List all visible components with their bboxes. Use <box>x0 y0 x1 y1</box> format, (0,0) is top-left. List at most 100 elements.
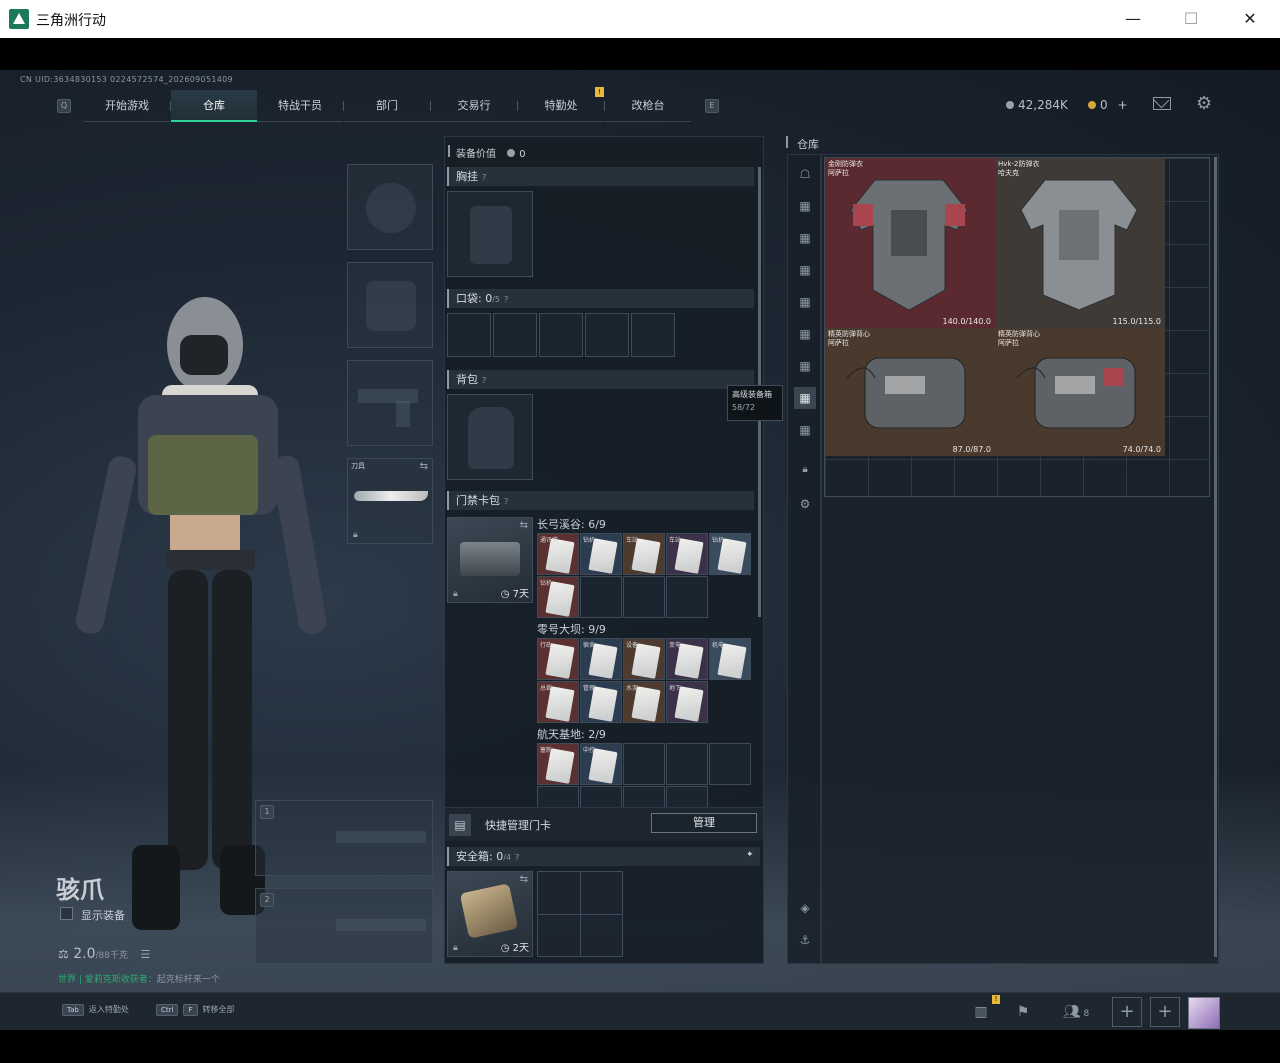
swap-icon[interactable]: ⇆ <box>420 461 428 472</box>
map-dam-label: 零号大坝: 9/9 <box>537 623 606 636</box>
warehouse-tab-all-icon[interactable]: ☖ <box>794 163 816 185</box>
hafcoin-balance[interactable]: 42,284K <box>1006 98 1068 112</box>
pin-icon[interactable]: ✦ <box>746 850 754 860</box>
warehouse-tab-advanced-icon[interactable]: ▦ <box>794 387 816 409</box>
keycard-empty-slot[interactable] <box>623 786 665 807</box>
flag-icon[interactable]: ⚑ <box>1008 999 1038 1025</box>
world-chat[interactable]: 世界 | 爱莉克斯收获者：起克标杆来一个 <box>58 972 220 985</box>
map-longbow-label: 长弓溪谷: 6/9 <box>537 518 606 531</box>
keycard-empty-slot[interactable] <box>537 786 579 807</box>
close-button[interactable]: ✕ <box>1237 6 1263 32</box>
pocket-slot[interactable] <box>631 313 675 357</box>
swap-icon[interactable]: ⇆ <box>520 520 528 531</box>
warehouse-tab-2-icon[interactable]: ▦ <box>794 227 816 249</box>
warehouse-tab-8-icon[interactable]: ▦ <box>794 419 816 441</box>
pistol-slot[interactable] <box>347 360 433 446</box>
warehouse-tab-1-icon[interactable]: ▦ <box>794 195 816 217</box>
lock-icon[interactable]: 🔒︎ <box>794 459 816 481</box>
warehouse-item[interactable]: 精英防弹背心 阿萨拉 87.0/87.0 <box>825 328 995 456</box>
add-squad-slot-button[interactable]: + <box>1150 997 1180 1027</box>
keycard-item[interactable]: 塞新 <box>537 743 579 785</box>
keycard-item[interactable]: 管理 <box>580 681 622 723</box>
nav-next-key[interactable]: E <box>705 99 719 113</box>
coupon-balance[interactable]: 0 + <box>1088 98 1128 112</box>
keycard-item[interactable]: 地下 <box>666 681 708 723</box>
keycard-empty-slot[interactable] <box>580 576 622 618</box>
keycard-item[interactable]: 机电 <box>709 638 751 680</box>
show-gear-checkbox[interactable] <box>60 907 73 920</box>
minimize-button[interactable]: — <box>1120 6 1146 32</box>
helmet-slot[interactable] <box>347 164 433 250</box>
tab-start-game[interactable]: 开始游戏 <box>84 90 170 122</box>
app-window: 三角洲行动 — ☐ ✕ CN UID:3634830153 0224572574… <box>0 0 1280 1063</box>
pocket-slot[interactable] <box>585 313 629 357</box>
warehouse-tab-6-icon[interactable]: ▦ <box>794 355 816 377</box>
pocket-slot[interactable] <box>447 313 491 357</box>
keycard-empty-slot[interactable] <box>623 576 665 618</box>
keycard-empty-slot[interactable] <box>580 786 622 807</box>
primary-weapon-slot[interactable]: 1 <box>255 800 433 876</box>
maximize-button[interactable]: ☐ <box>1178 6 1204 32</box>
keycard-empty-slot[interactable] <box>709 743 751 785</box>
warehouse-item[interactable]: 金刚防弹衣 阿萨拉 140.0/140.0 <box>825 158 995 328</box>
warehouse-tab-4-icon[interactable]: ▦ <box>794 291 816 313</box>
friends-button[interactable]: 👥︎ 8 <box>1056 999 1096 1025</box>
keycard-item[interactable]: 车站 <box>666 533 708 575</box>
keycard-item[interactable]: 钻机 <box>709 533 751 575</box>
tab-trading[interactable]: 交易行 <box>431 90 517 122</box>
sort-icon[interactable]: ⚓ <box>794 929 816 951</box>
warehouse-tab-5-icon[interactable]: ▦ <box>794 323 816 345</box>
lock-icon: 🔒︎ <box>453 589 458 599</box>
secondary-weapon-slot[interactable]: 2 <box>255 888 433 964</box>
keycard-empty-slot[interactable] <box>666 576 708 618</box>
keycard-bag-slot[interactable]: ⇆ 🔒︎ ◷ 7天 <box>447 517 533 603</box>
keycard-item[interactable]: 车站 <box>623 533 665 575</box>
avatar[interactable] <box>1188 997 1220 1029</box>
knife-item[interactable] <box>354 491 428 501</box>
mail-icon[interactable] <box>1153 92 1171 110</box>
keycard-item[interactable]: 中控 <box>580 743 622 785</box>
keycard-item[interactable]: 设备 <box>623 638 665 680</box>
keycard-item[interactable]: 水泥 <box>623 681 665 723</box>
warehouse-item[interactable]: 精英防弹背心 阿萨拉 74.0/74.0 <box>995 328 1165 456</box>
keycard-item[interactable]: 通讯塔 <box>537 533 579 575</box>
keycard-empty-slot[interactable] <box>666 743 708 785</box>
keycard-timer: ◷ 7天 <box>500 589 529 600</box>
operator-model <box>75 297 327 930</box>
tab-warehouse[interactable]: 仓库 <box>171 90 257 122</box>
tab-operators[interactable]: 特战干员 <box>257 90 343 122</box>
warehouse-item[interactable]: Hvk-2防弹衣 哈夫克 115.0/115.0 <box>995 158 1165 328</box>
layers-icon[interactable]: ◈ <box>794 897 816 919</box>
tab-department[interactable]: 部门 <box>344 90 430 122</box>
manage-button[interactable]: 管理 <box>651 813 757 833</box>
keycard-item[interactable]: 总裁 <box>537 681 579 723</box>
swap-icon[interactable]: ⇆ <box>520 874 528 885</box>
tab-special-ops[interactable]: 特勤处 <box>518 90 604 122</box>
keycard-item[interactable]: 宿舍 <box>580 638 622 680</box>
armor-slot[interactable] <box>347 262 433 348</box>
settings-gear-icon[interactable]: ⚙ <box>794 493 816 515</box>
tab-hint[interactable]: Tab 返入特勤处 <box>62 1004 129 1016</box>
nav-prev-key[interactable]: Q <box>57 99 71 113</box>
backpack-slot[interactable] <box>447 394 533 480</box>
warehouse-scrollbar[interactable] <box>1214 157 1217 957</box>
keycard-item[interactable]: 钻机 <box>580 533 622 575</box>
chest-rig-slot[interactable] <box>447 191 533 277</box>
transfer-all-hint[interactable]: Ctrl F 转移全部 <box>156 1004 235 1016</box>
keycard-empty-slot[interactable] <box>666 786 708 807</box>
safe-box-slot[interactable]: ⇆ 🔒︎ ◷ 2天 <box>447 871 533 957</box>
keycard-item[interactable]: 钻机 <box>537 576 579 618</box>
melee-slot[interactable]: 刀具 ⇆ 🔒︎ <box>347 458 433 544</box>
safe-box-grid[interactable] <box>537 871 623 957</box>
pocket-slot[interactable] <box>493 313 537 357</box>
keycard-label: 设备 <box>626 642 639 649</box>
quick-manage-label: 快捷管理门卡 <box>485 819 551 832</box>
keycard-item[interactable]: 行政 <box>537 638 579 680</box>
tab-gunsmith[interactable]: 改枪台 <box>605 90 691 122</box>
keycard-empty-slot[interactable] <box>623 743 665 785</box>
add-squad-slot-button[interactable]: + <box>1112 997 1142 1027</box>
settings-gear-icon[interactable]: ⚙ <box>1196 93 1212 114</box>
keycard-item[interactable]: 变电 <box>666 638 708 680</box>
pocket-slot[interactable] <box>539 313 583 357</box>
warehouse-tab-3-icon[interactable]: ▦ <box>794 259 816 281</box>
